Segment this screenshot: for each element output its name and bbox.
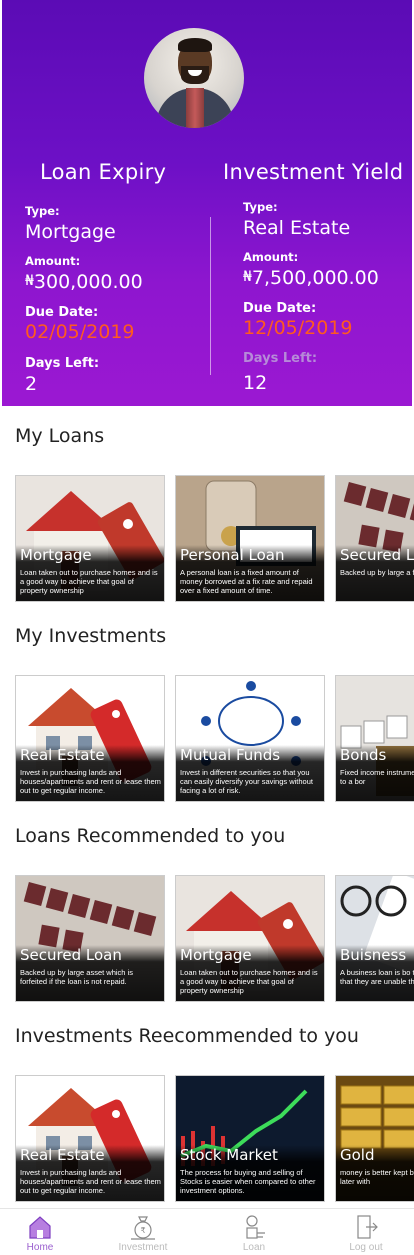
card-description: The process for buying and selling of St… <box>180 1168 316 1195</box>
loan-hand-icon <box>246 1215 265 1239</box>
nav-investment-label: Investment <box>118 1242 168 1253</box>
product-card[interactable]: Gold money is better kept by h invested u… <box>335 1075 414 1202</box>
card-title: Mutual Funds <box>180 746 281 764</box>
card-description: Backed up by large asset which is forfei… <box>20 968 133 986</box>
investment-type-value: Real Estate <box>243 217 351 239</box>
loan-type-label: Type: <box>25 204 60 218</box>
nav-logout[interactable]: Log out <box>326 1209 406 1255</box>
product-card[interactable]: Personal Loan A personal loan is a fixed … <box>175 475 325 602</box>
loan-amount-value: ₦300,000.00 <box>25 271 143 293</box>
card-description: Invest in purchasing lands and houses/ap… <box>20 768 161 795</box>
product-card[interactable]: Mortgage Loan taken out to purchase homes… <box>15 475 165 602</box>
summary-header: Loan Expiry Investment Yield Type: Mortg… <box>2 0 412 406</box>
home-icon <box>29 1216 51 1239</box>
loan-amount-number: 300,000.00 <box>33 271 143 293</box>
nav-logout-label: Log out <box>349 1242 383 1253</box>
bottom-navigation: Home ₹ Investment Loan Log out <box>0 1208 414 1255</box>
card-description: A personal loan is a fixed amount of mon… <box>180 568 313 595</box>
investment-due-label: Due Date: <box>243 301 317 316</box>
card-title: Mortgage <box>180 946 252 964</box>
investment-yield-panel: Investment Yield <box>223 160 414 184</box>
card-description: Invest in purchasing lands and houses/ap… <box>20 1168 161 1195</box>
svg-text:₹: ₹ <box>140 1226 145 1235</box>
product-card[interactable]: Buisness A business loan is bo that compa… <box>335 875 414 1002</box>
product-card[interactable]: Secured L Backed up by large a forfeited … <box>335 475 414 602</box>
nav-home[interactable]: Home <box>0 1209 80 1255</box>
nav-home-label: Home <box>26 1242 54 1253</box>
card-description: A business loan is bo that companies app… <box>340 968 414 986</box>
loan-due-label: Due Date: <box>25 305 99 320</box>
investment-amount-value: ₦7,500,000.00 <box>243 267 379 289</box>
investment-amount-label: Amount: <box>243 250 299 264</box>
product-card[interactable]: Secured Loan Backed up by large asset whi… <box>15 875 165 1002</box>
card-title: Gold <box>340 1146 375 1164</box>
panel-divider <box>210 217 211 375</box>
nav-loan-label: Loan <box>242 1242 266 1253</box>
investment-days-label: Days Left: <box>243 351 318 366</box>
card-description: money is better kept by h invested upon … <box>340 1168 414 1186</box>
card-description: Invest in different securities so that y… <box>180 768 313 795</box>
investment-yield-title: Investment Yield <box>223 160 404 184</box>
naira-symbol: ₦ <box>243 269 252 285</box>
card-title: Real Estate <box>20 746 105 764</box>
card-description: Loan taken out to purchase homes and is … <box>180 968 318 995</box>
investment-amount-number: 7,500,000.00 <box>251 267 379 289</box>
section-title: My Investments <box>15 625 167 647</box>
nav-loan[interactable]: Loan <box>214 1209 294 1255</box>
product-card[interactable]: Real Estate Invest in purchasing lands an… <box>15 1075 165 1202</box>
loan-days-value: 2 <box>25 373 38 395</box>
investment-days-value: 12 <box>243 372 268 394</box>
loan-days-label: Days Left: <box>25 356 100 371</box>
loan-amount-label: Amount: <box>25 254 81 268</box>
card-title: Mortgage <box>20 546 92 564</box>
loan-expiry-title: Loan Expiry <box>40 160 167 184</box>
investment-type-label: Type: <box>243 200 278 214</box>
card-title: Bonds <box>340 746 387 764</box>
loan-type-value: Mortgage <box>25 221 116 243</box>
card-description: Fixed income instrumen loan made by you … <box>340 768 414 786</box>
card-title: Real Estate <box>20 1146 105 1164</box>
card-title: Secured L <box>340 546 414 564</box>
product-card[interactable]: Stock Market The process for buying and s… <box>175 1075 325 1202</box>
card-description: Backed up by large a forfeited if the lo… <box>340 568 414 577</box>
section-title: Investments Reecommended to you <box>15 1025 359 1047</box>
card-title: Buisness <box>340 946 407 964</box>
product-card[interactable]: Real Estate Invest in purchasing lands an… <box>15 675 165 802</box>
product-card[interactable]: Mutual Funds Invest in different securiti… <box>175 675 325 802</box>
money-bag-icon: ₹ <box>131 1216 155 1240</box>
loan-due-value: 02/05/2019 <box>25 321 135 343</box>
logout-icon <box>357 1215 378 1239</box>
card-title: Personal Loan <box>180 546 285 564</box>
card-description: Loan taken out to purchase homes and is … <box>20 568 158 595</box>
card-title: Stock Market <box>180 1146 278 1164</box>
product-card[interactable]: Mortgage Loan taken out to purchase homes… <box>175 875 325 1002</box>
investment-due-value: 12/05/2019 <box>243 317 353 339</box>
avatar[interactable] <box>144 28 244 128</box>
loan-expiry-panel: Loan Expiry <box>26 160 216 184</box>
card-title: Secured Loan <box>20 946 122 964</box>
section-title: My Loans <box>15 425 105 447</box>
nav-investment[interactable]: ₹ Investment <box>103 1209 183 1255</box>
product-card[interactable]: Bonds Fixed income instrumen loan made by… <box>335 675 414 802</box>
section-title: Loans Recommended to you <box>15 825 286 847</box>
naira-symbol: ₦ <box>25 273 34 289</box>
dashboard-page: Loan Expiry Investment Yield Type: Mortg… <box>0 0 414 1255</box>
